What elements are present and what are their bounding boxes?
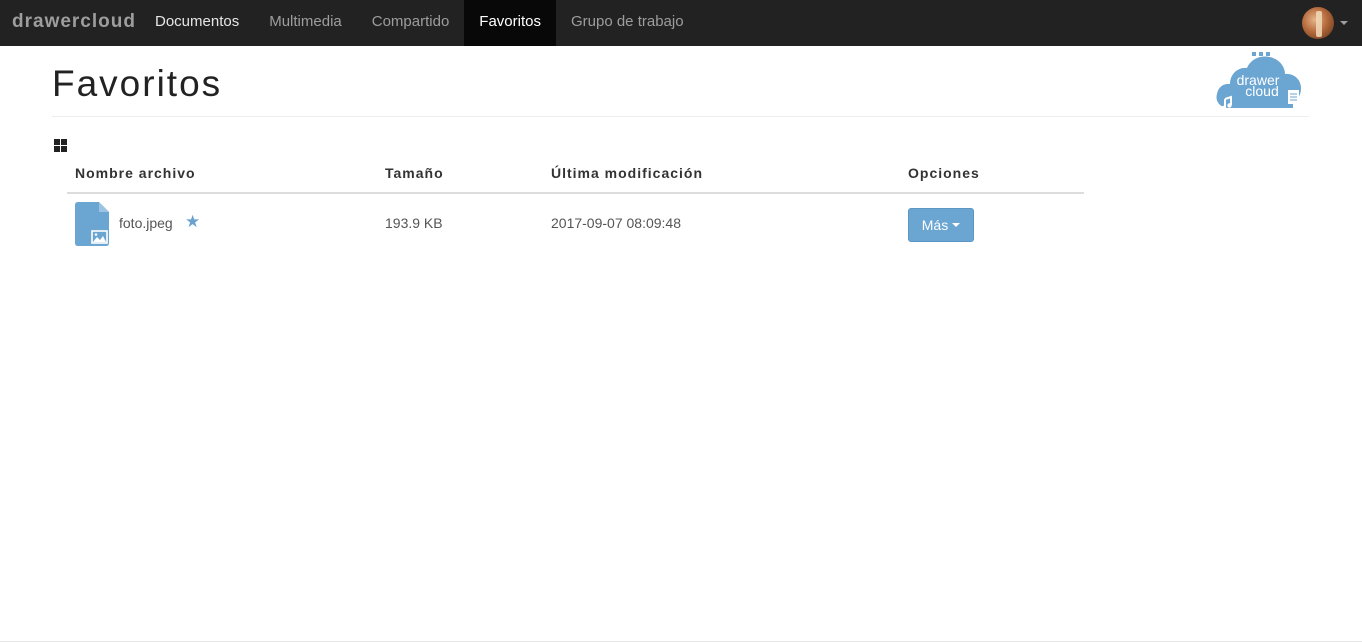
nav-item-compartido[interactable]: Compartido xyxy=(357,0,465,46)
avatar[interactable] xyxy=(1302,7,1334,39)
file-size: 193.9 KB xyxy=(385,215,443,231)
star-icon[interactable]: ★ xyxy=(185,212,200,232)
image-file-icon[interactable] xyxy=(75,202,109,246)
column-header-size[interactable]: Tamaño xyxy=(385,165,444,181)
chevron-down-icon xyxy=(952,223,961,227)
file-table: Nombre archivo Tamaño Última modificació… xyxy=(67,156,1084,256)
column-header-modified[interactable]: Última modificación xyxy=(551,165,703,181)
top-navbar: drawercloud Documentos Multimedia Compar… xyxy=(0,0,1362,46)
nav-item-multimedia[interactable]: Multimedia xyxy=(254,0,357,46)
column-header-options: Opciones xyxy=(908,165,980,181)
main-nav: Documentos Multimedia Compartido Favorit… xyxy=(140,0,699,46)
logo-line-2: cloud xyxy=(1245,83,1278,99)
table-row[interactable]: foto.jpeg ★ 193.9 KB 2017-09-07 08:09:48… xyxy=(67,194,1084,256)
column-header-name[interactable]: Nombre archivo xyxy=(75,165,196,181)
more-options-label: Más xyxy=(921,217,949,233)
more-options-button[interactable]: Más xyxy=(908,208,974,242)
file-modified: 2017-09-07 08:09:48 xyxy=(551,215,681,231)
drawercloud-logo: drawer cloud xyxy=(1216,52,1301,110)
page-header: Favoritos drawer cloud xyxy=(52,46,1309,117)
user-menu[interactable] xyxy=(1302,6,1348,40)
nav-item-documentos[interactable]: Documentos xyxy=(140,0,254,46)
nav-item-favoritos[interactable]: Favoritos xyxy=(464,0,556,46)
nav-item-grupo-de-trabajo[interactable]: Grupo de trabajo xyxy=(556,0,699,46)
table-header: Nombre archivo Tamaño Última modificació… xyxy=(67,156,1084,194)
file-name-link[interactable]: foto.jpeg xyxy=(119,215,173,231)
chevron-down-icon xyxy=(1340,21,1348,25)
grid-view-icon[interactable] xyxy=(54,139,68,153)
page-title: Favoritos xyxy=(52,63,223,104)
brand-logo[interactable]: drawercloud xyxy=(12,0,136,46)
